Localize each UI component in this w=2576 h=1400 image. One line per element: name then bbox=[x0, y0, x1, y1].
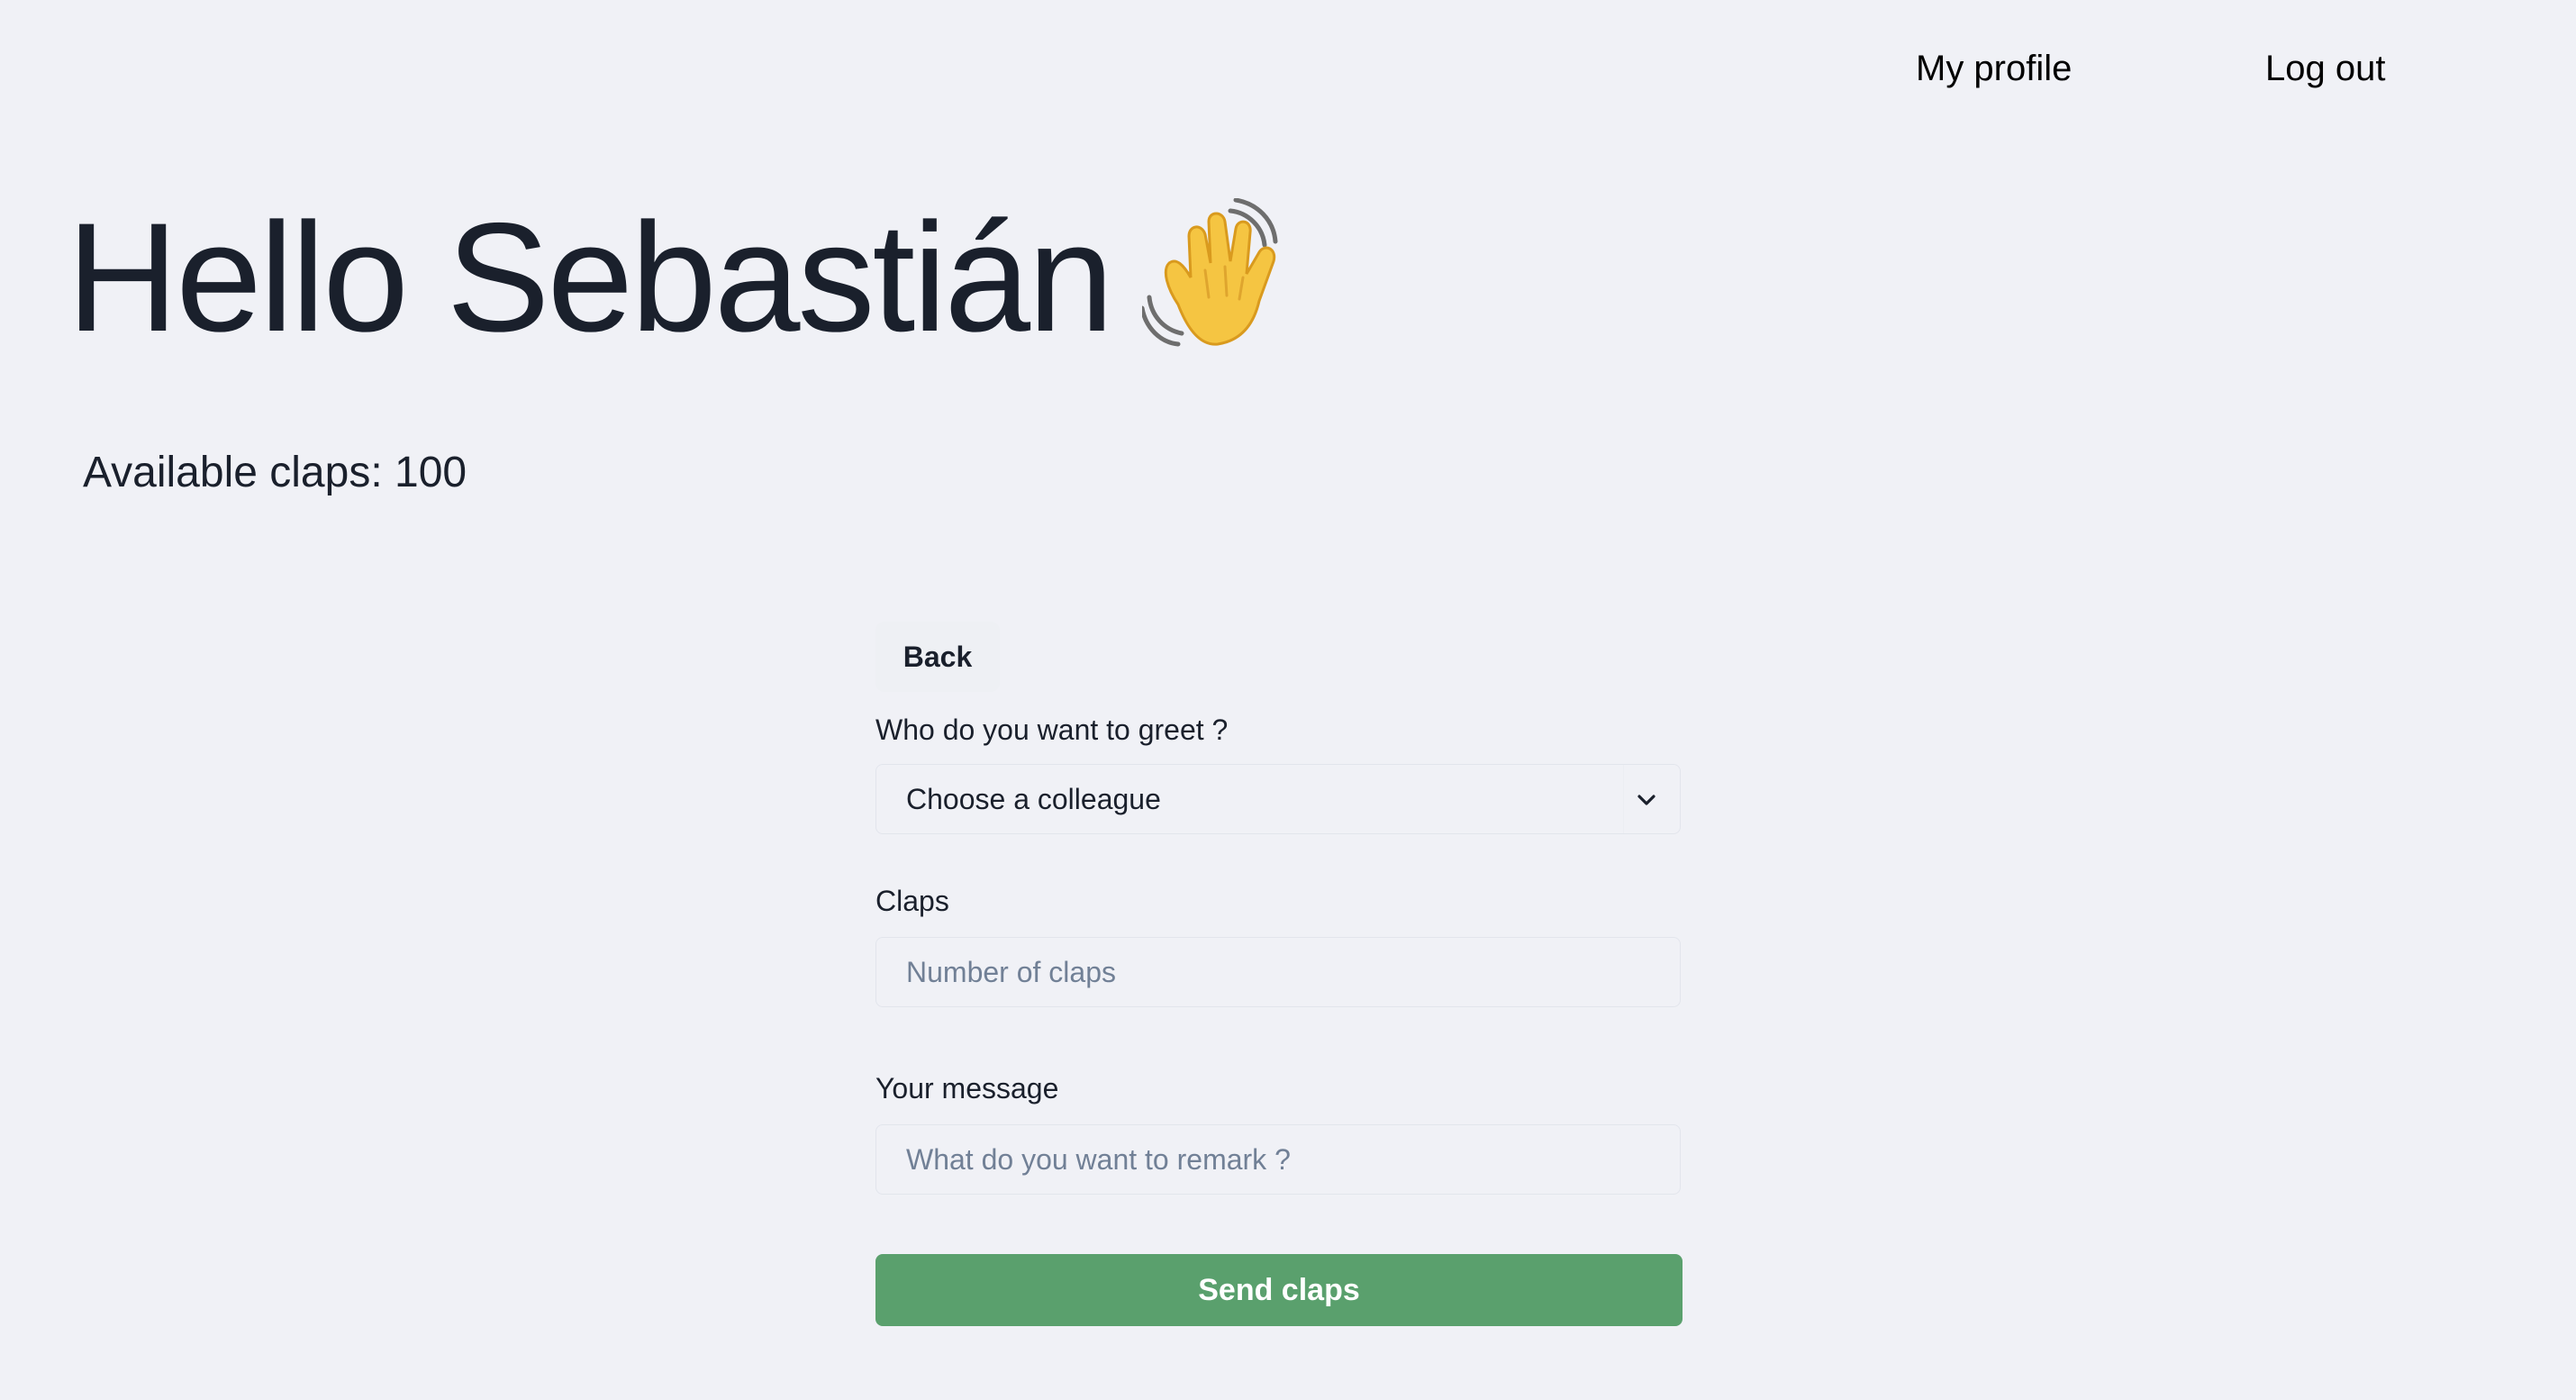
send-claps-button[interactable]: Send claps bbox=[875, 1254, 1683, 1326]
available-claps-label: Available claps: bbox=[83, 449, 383, 496]
claps-input[interactable]: Number of claps bbox=[875, 937, 1681, 1007]
claps-label: Claps bbox=[875, 885, 949, 917]
waving-hand-icon bbox=[1141, 198, 1278, 347]
chevron-down-icon bbox=[1637, 795, 1655, 805]
message-input[interactable]: What do you want to remark ? bbox=[875, 1124, 1681, 1195]
claps-input-placeholder: Number of claps bbox=[906, 956, 1116, 988]
my-profile-link[interactable]: My profile bbox=[1916, 43, 2072, 94]
select-divider bbox=[1623, 765, 1624, 833]
greeting-heading: Hello Sebastián bbox=[67, 187, 1295, 368]
colleague-select[interactable]: Choose a colleague bbox=[875, 764, 1681, 834]
top-navigation: My profile Log out bbox=[0, 43, 2576, 94]
recipient-label: Who do you want to greet ? bbox=[875, 714, 1229, 746]
colleague-select-value: Choose a colleague bbox=[906, 783, 1161, 815]
greeting-text: Hello Sebastián bbox=[67, 191, 1114, 364]
message-input-placeholder: What do you want to remark ? bbox=[906, 1143, 1291, 1176]
available-claps: Available claps: 100 bbox=[83, 445, 467, 501]
available-claps-count: 100 bbox=[395, 449, 467, 496]
back-button[interactable]: Back bbox=[875, 622, 1000, 692]
log-out-link[interactable]: Log out bbox=[2265, 43, 2385, 94]
message-label: Your message bbox=[875, 1072, 1059, 1105]
